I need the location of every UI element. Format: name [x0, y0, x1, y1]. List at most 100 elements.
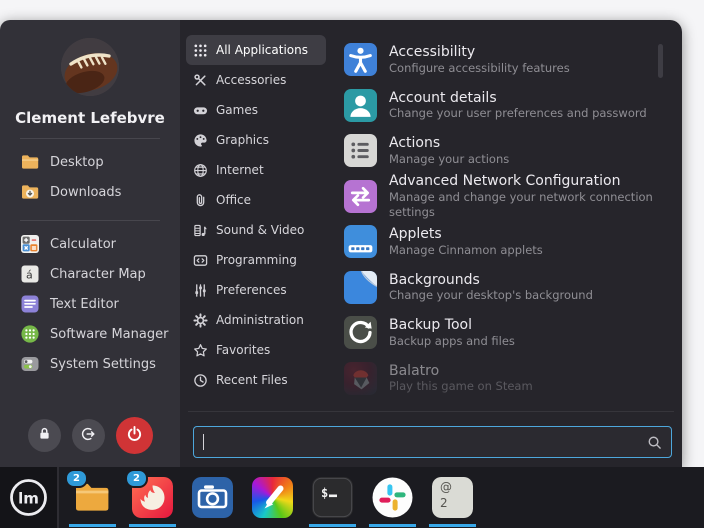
app-description: Change your user preferences and passwor…	[389, 106, 647, 120]
category-sound-video[interactable]: Sound & Video	[186, 215, 326, 245]
menu-sidebar: Clement Lefebvre Desktop Downloads Calcul…	[0, 20, 180, 467]
sliders-icon	[193, 283, 208, 298]
app-title: Applets	[389, 226, 543, 243]
app-item-advanced-network-configuration[interactable]: Advanced Network ConfigurationManage and…	[344, 174, 682, 220]
account-icon	[344, 89, 377, 122]
app-description: Change your desktop's background	[389, 288, 593, 302]
sidebar-item-character-map[interactable]: á Character Map	[20, 259, 180, 289]
place-item-downloads[interactable]: Downloads	[20, 177, 180, 207]
taskbar-item-text-window[interactable]: @2	[432, 477, 473, 518]
svg-text:$: $	[321, 486, 328, 500]
app-item-applets[interactable]: AppletsManage Cinnamon applets	[344, 219, 682, 265]
sidebar-separator	[20, 138, 160, 139]
app-description: Configure accessibility features	[389, 61, 570, 75]
grid-icon	[193, 43, 208, 58]
search-input[interactable]	[193, 426, 672, 458]
menu-main: All ApplicationsAccessories Games Graphics…	[180, 20, 682, 467]
app-title: Accessibility	[389, 44, 570, 61]
taskbar-item-file-manager[interactable]: 2	[72, 477, 113, 518]
tools-icon	[193, 73, 208, 88]
taskbar-item-slack[interactable]	[372, 477, 413, 518]
application-list: AccessibilityConfigure accessibility fea…	[332, 32, 682, 412]
film-music-icon	[193, 223, 208, 238]
category-games[interactable]: Games	[186, 95, 326, 125]
place-item-desktop[interactable]: Desktop	[20, 147, 180, 177]
search-icon	[647, 435, 662, 450]
sidebar-item-label: Character Map	[50, 267, 146, 282]
app-description: Manage your actions	[389, 152, 509, 166]
menu-button[interactable]: lm	[0, 467, 57, 528]
app-item-balatro[interactable]: BalatroPlay this game on Steam	[344, 356, 682, 402]
sidebar-item-calculator[interactable]: Calculator	[20, 229, 180, 259]
folder-download-icon	[20, 182, 40, 202]
sidebar-item-system-settings[interactable]: System Settings	[20, 349, 180, 379]
sidebar-item-text-editor[interactable]: Text Editor	[20, 289, 180, 319]
power-icon	[126, 425, 143, 446]
at-window-icon: @2	[432, 477, 473, 518]
app-title: Balatro	[389, 363, 533, 380]
app-item-actions[interactable]: ActionsManage your actions	[344, 128, 682, 174]
search-separator	[188, 411, 674, 412]
category-label: Administration	[216, 313, 304, 327]
gear-icon	[193, 313, 208, 328]
app-item-backup-tool[interactable]: Backup ToolBackup apps and files	[344, 310, 682, 356]
text-editor-icon	[20, 294, 40, 314]
logout-icon	[80, 426, 96, 446]
category-administration[interactable]: Administration	[186, 305, 326, 335]
category-label: Sound & Video	[216, 223, 304, 237]
taskbar-panel: lm 22 $ @2	[0, 467, 704, 528]
category-favorites[interactable]: Favorites	[186, 335, 326, 365]
sidebar-item-label: Software Manager	[50, 327, 168, 342]
place-item-label: Desktop	[50, 155, 104, 170]
calculator-icon	[20, 234, 40, 254]
category-accessories[interactable]: Accessories	[186, 65, 326, 95]
app-description: Play this game on Steam	[389, 379, 533, 393]
category-office[interactable]: Office	[186, 185, 326, 215]
accessibility-icon	[344, 43, 377, 76]
actions-icon	[344, 134, 377, 167]
svg-text:lm: lm	[18, 490, 39, 508]
taskbar-item-firefox[interactable]: 2	[132, 477, 173, 518]
app-item-backgrounds[interactable]: BackgroundsChange your desktop's backgro…	[344, 265, 682, 311]
lock-icon	[37, 426, 52, 445]
paperclip-icon	[193, 193, 208, 208]
star-icon	[193, 343, 208, 358]
lock-screen-button[interactable]	[28, 419, 61, 452]
globe-icon	[193, 163, 208, 178]
category-label: Graphics	[216, 133, 269, 147]
scrollbar-thumb[interactable]	[658, 44, 663, 78]
app-title: Actions	[389, 135, 509, 152]
avatar[interactable]	[61, 38, 119, 96]
sidebar-item-label: System Settings	[50, 357, 156, 372]
category-all-applications[interactable]: All Applications	[186, 35, 326, 65]
category-graphics[interactable]: Graphics	[186, 125, 326, 155]
app-description: Manage and change your network connectio…	[389, 190, 682, 219]
app-title: Advanced Network Configuration	[389, 173, 682, 190]
app-title: Backup Tool	[389, 317, 515, 334]
category-label: Office	[216, 193, 251, 207]
terminal-icon: $	[312, 477, 353, 518]
category-list: All ApplicationsAccessories Games Graphics…	[186, 32, 332, 412]
taskbar-item-drawing-app[interactable]	[252, 477, 293, 518]
category-label: Internet	[216, 163, 264, 177]
category-label: Games	[216, 103, 258, 117]
category-preferences[interactable]: Preferences	[186, 275, 326, 305]
character-map-icon: á	[20, 264, 40, 284]
window-count-badge: 2	[125, 469, 148, 488]
taskbar-item-screenshot-tool[interactable]	[192, 477, 233, 518]
app-item-account-details[interactable]: Account detailsChange your user preferen…	[344, 83, 682, 129]
software-manager-icon	[20, 324, 40, 344]
backgrounds-icon	[344, 271, 377, 304]
taskbar-item-terminal[interactable]: $	[312, 477, 353, 518]
taskbar-separator	[57, 467, 59, 528]
category-programming[interactable]: Programming	[186, 245, 326, 275]
app-item-accessibility[interactable]: AccessibilityConfigure accessibility fea…	[344, 37, 682, 83]
app-description: Manage Cinnamon applets	[389, 243, 543, 257]
shutdown-button[interactable]	[116, 417, 153, 454]
user-name: Clement Lefebvre	[15, 109, 165, 127]
sidebar-item-software-manager[interactable]: Software Manager	[20, 319, 180, 349]
category-recent-files[interactable]: Recent Files	[186, 365, 326, 395]
slack-icon	[372, 477, 413, 518]
logout-button[interactable]	[72, 419, 105, 452]
category-internet[interactable]: Internet	[186, 155, 326, 185]
